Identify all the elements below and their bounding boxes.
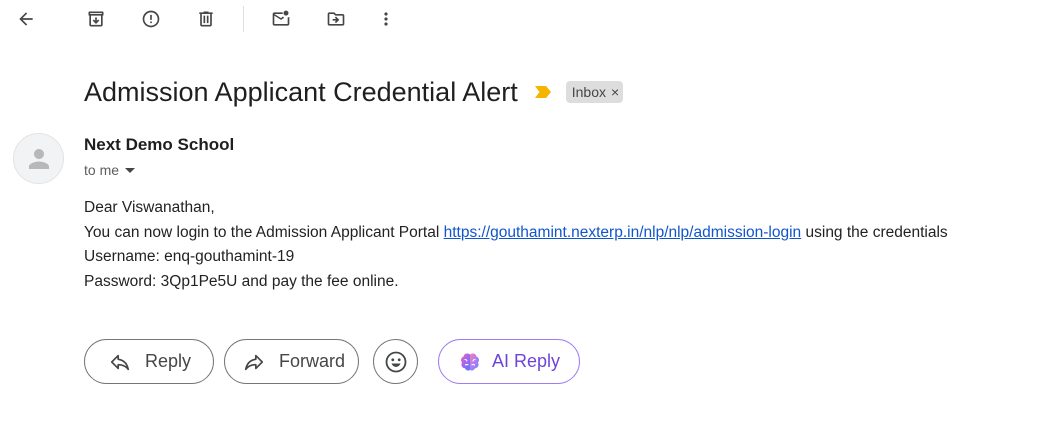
inbox-label-chip: Inbox ×	[565, 81, 624, 103]
more-options-button[interactable]	[369, 2, 403, 36]
emoji-reaction-button[interactable]	[373, 339, 418, 384]
archive-icon	[88, 11, 104, 27]
move-to-icon	[327, 12, 345, 26]
mark-unread-icon	[272, 10, 290, 26]
toolbar-divider	[243, 6, 244, 32]
delete-button[interactable]	[189, 2, 223, 36]
body-password: Password: 3Qp1Pe5U and pay the fee onlin…	[84, 272, 399, 290]
archive-button[interactable]	[79, 2, 113, 36]
recipient-text: to me	[84, 162, 120, 178]
subject-row: Admission Applicant Credential Alert Inb…	[84, 72, 624, 112]
reply-icon	[110, 354, 130, 370]
reply-button[interactable]: Reply	[84, 339, 214, 384]
portal-link[interactable]: https://gouthamint.nexterp.in/nlp/nlp/ad…	[444, 224, 802, 241]
forward-button[interactable]: Forward	[224, 339, 359, 384]
importance-marker-icon[interactable]	[534, 85, 552, 99]
sender-name[interactable]: Next Demo School	[84, 135, 234, 155]
brain-icon	[461, 353, 479, 370]
ai-reply-label: AI Reply	[492, 351, 561, 371]
body-line-portal: You can now login to the Admission Appli…	[84, 221, 948, 246]
sender-avatar[interactable]	[13, 133, 64, 184]
forward-label: Forward	[279, 351, 346, 371]
report-spam-button[interactable]	[134, 2, 168, 36]
body-greeting: Dear Viswanathan,	[84, 199, 215, 216]
caret-down-icon	[125, 167, 136, 173]
email-toolbar	[0, 0, 1048, 40]
mark-unread-button[interactable]	[264, 2, 298, 36]
back-button[interactable]	[9, 2, 43, 36]
remove-label-button[interactable]: ×	[611, 85, 619, 99]
reply-label: Reply	[145, 351, 192, 371]
more-icon	[384, 12, 388, 26]
body-line-prefix: You can now login to the Admission Appli…	[84, 223, 440, 241]
label-chip-text: Inbox	[571, 84, 606, 100]
recipient-details-toggle[interactable]: to me	[84, 162, 136, 178]
body-line-suffix: using the credentials	[805, 223, 948, 241]
delete-icon	[199, 11, 213, 27]
email-body: Dear Viswanathan, You can now login to t…	[84, 196, 948, 294]
move-to-button[interactable]	[319, 2, 353, 36]
ai-reply-button[interactable]: AI Reply	[438, 339, 580, 384]
person-icon	[28, 148, 49, 169]
emoji-icon	[385, 351, 406, 372]
forward-icon	[244, 354, 264, 370]
body-username: Username: enq-gouthamint-19	[84, 248, 295, 265]
email-subject: Admission Applicant Credential Alert	[84, 76, 518, 107]
report-spam-icon	[142, 10, 160, 28]
back-icon	[19, 12, 33, 26]
